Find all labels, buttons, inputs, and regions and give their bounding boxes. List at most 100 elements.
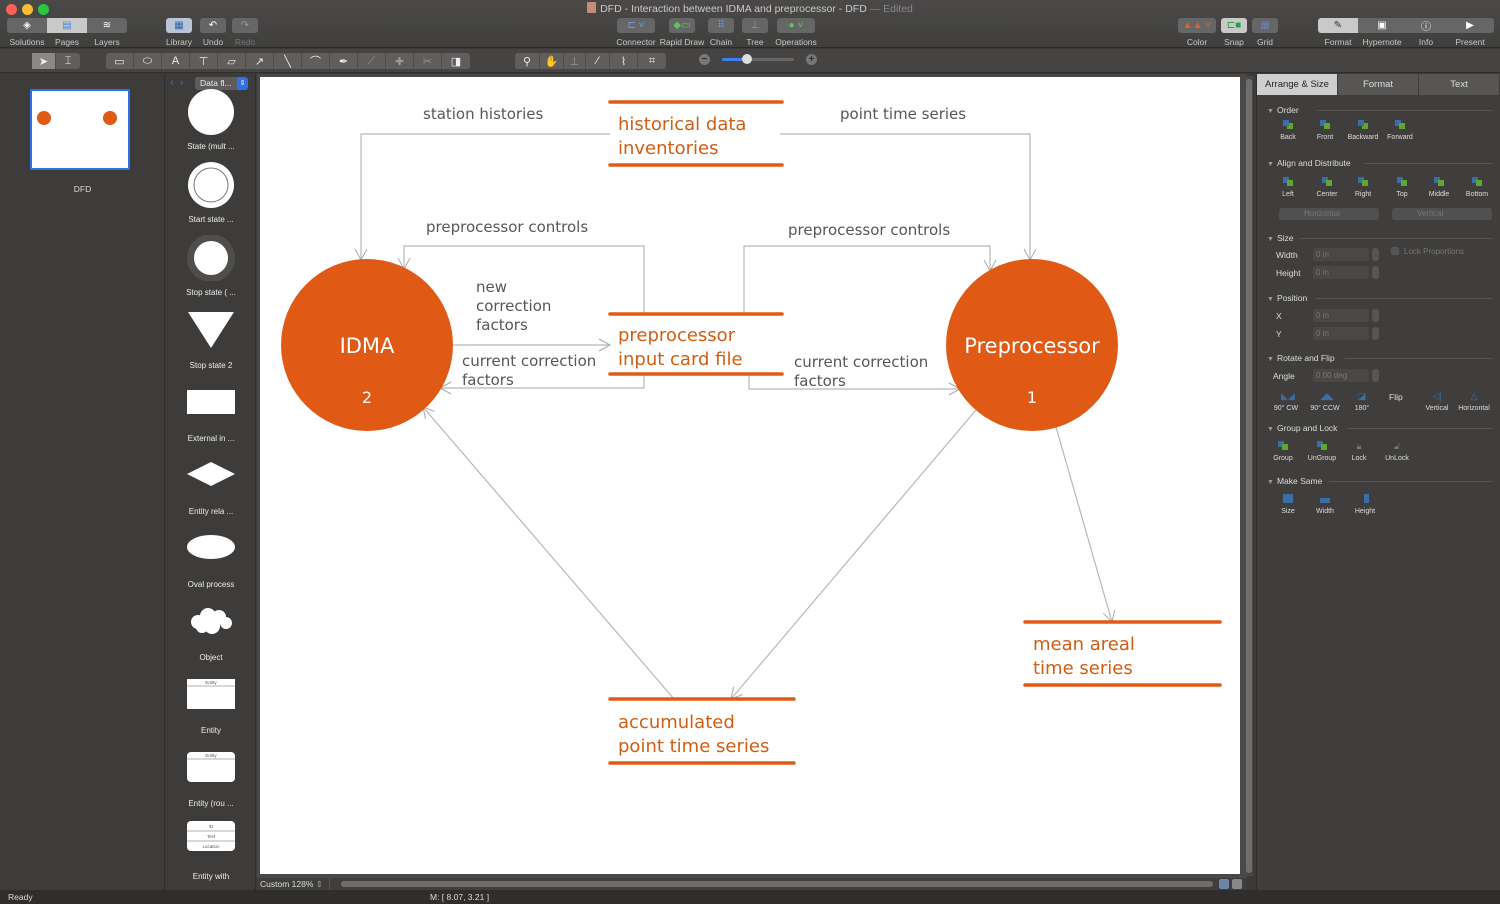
pages-button[interactable]: ▤ Pages bbox=[47, 18, 87, 47]
horizontal-scrollbar[interactable] bbox=[341, 881, 1213, 887]
forward-button[interactable]: Forward bbox=[1380, 120, 1420, 141]
info-button[interactable]: ⓘ Info bbox=[1406, 18, 1446, 47]
grid-button[interactable]: ▦ Grid bbox=[1252, 18, 1278, 47]
align-top-button[interactable]: Top bbox=[1382, 177, 1422, 198]
redo-button[interactable]: ↷ Redo bbox=[232, 18, 258, 47]
data-store-mean[interactable]: mean areal time series bbox=[1023, 620, 1222, 687]
library-back-icon[interactable]: ‹ bbox=[170, 77, 174, 89]
pan-tool[interactable]: ✋ bbox=[540, 53, 564, 69]
arrow-tool[interactable]: ↗ bbox=[246, 53, 274, 69]
x-stepper[interactable] bbox=[1372, 309, 1379, 322]
library-button[interactable]: ▦ Library bbox=[166, 18, 192, 47]
data-store-accum[interactable]: accumulated point time series bbox=[608, 697, 796, 765]
operations-button[interactable]: ● ˅ Operations bbox=[774, 18, 818, 47]
rotate-ccw-button[interactable]: ◢◣ 90° CCW bbox=[1305, 391, 1345, 412]
distribute-horizontal-select[interactable]: Horizontal bbox=[1279, 208, 1379, 220]
pen-tool[interactable]: ✒ bbox=[330, 53, 358, 69]
zoom-level-select[interactable]: Custom 128% ⇕ bbox=[257, 878, 330, 890]
color-button[interactable]: ▲▲ ˅ Color bbox=[1178, 18, 1216, 47]
send-back-button[interactable]: Back bbox=[1268, 120, 1308, 141]
unlock-button[interactable]: 🔓︎ UnLock bbox=[1377, 441, 1417, 462]
tab-format[interactable]: Format bbox=[1338, 74, 1419, 95]
zoom-in-button[interactable]: + bbox=[806, 54, 817, 65]
format-button[interactable]: ✎ Format bbox=[1318, 18, 1358, 47]
tree-button[interactable]: ⊥ Tree bbox=[736, 18, 774, 47]
make-same-width-button[interactable]: Width bbox=[1305, 494, 1345, 515]
library-forward-icon[interactable]: › bbox=[180, 77, 184, 89]
section-align[interactable]: ▼ Align and Distribute bbox=[1267, 158, 1351, 168]
flow-current-correction-right[interactable] bbox=[748, 374, 962, 396]
align-middle-button[interactable]: Middle bbox=[1419, 177, 1459, 198]
flow-accum-to-idma[interactable] bbox=[422, 406, 675, 700]
section-make-same[interactable]: ▼ Make Same bbox=[1267, 476, 1322, 486]
align-center-button[interactable]: Center bbox=[1307, 177, 1347, 198]
backward-button[interactable]: Backward bbox=[1343, 120, 1383, 141]
section-order[interactable]: ▼ Order bbox=[1267, 105, 1299, 115]
make-same-size-button[interactable]: Size bbox=[1268, 494, 1308, 515]
hypernote-button[interactable]: ▣ Hypernote bbox=[1358, 18, 1406, 47]
stamp-tool[interactable]: ⊥ bbox=[564, 53, 586, 69]
tab-text[interactable]: Text bbox=[1419, 74, 1500, 95]
section-size[interactable]: ▼ Size bbox=[1267, 233, 1293, 243]
width-field[interactable]: 0 in bbox=[1313, 248, 1369, 261]
cut-tool[interactable]: ✂ bbox=[414, 53, 442, 69]
rectangle-tool[interactable]: ▭ bbox=[106, 53, 134, 69]
line-tool[interactable]: ╲ bbox=[274, 53, 302, 69]
height-stepper[interactable] bbox=[1372, 266, 1379, 279]
section-rotate[interactable]: ▼ Rotate and Flip bbox=[1267, 353, 1335, 363]
ellipse-tool[interactable]: ⬭ bbox=[134, 53, 162, 69]
x-field[interactable]: 0 in bbox=[1313, 309, 1369, 322]
chain-button[interactable]: ⠿ Chain bbox=[706, 18, 736, 47]
add-point-tool[interactable]: ✚ bbox=[386, 53, 414, 69]
align-left-button[interactable]: Left bbox=[1268, 177, 1308, 198]
rapid-draw-button[interactable]: ◆▭ Rapid Draw bbox=[658, 18, 706, 47]
rotate-cw-button[interactable]: ◣◢ 90° CW bbox=[1266, 391, 1306, 412]
tab-arrange-size[interactable]: Arrange & Size bbox=[1257, 74, 1338, 95]
flow-pre-to-accum[interactable] bbox=[730, 409, 977, 700]
crop-tool[interactable]: ⌗ bbox=[638, 53, 666, 69]
flow-point-time-series[interactable] bbox=[780, 133, 1037, 262]
diagram-canvas[interactable]: historical data inventories preprocessor in… bbox=[260, 77, 1240, 874]
group-button[interactable]: Group bbox=[1263, 441, 1303, 462]
text-box-tool[interactable]: ⊤ bbox=[190, 53, 218, 69]
flip-horizontal-button[interactable]: △ Horizontal bbox=[1454, 391, 1494, 412]
container-tool[interactable]: ◨ bbox=[442, 53, 470, 69]
brush-tool[interactable]: ⌇ bbox=[610, 53, 638, 69]
process-pre[interactable]: Preprocessor 1 bbox=[946, 259, 1118, 431]
data-store-card[interactable]: preprocessor input card file bbox=[608, 312, 784, 376]
make-same-height-button[interactable]: Height bbox=[1345, 494, 1385, 515]
align-right-button[interactable]: Right bbox=[1343, 177, 1383, 198]
distribute-vertical-select[interactable]: Vertical bbox=[1392, 208, 1492, 220]
undo-button[interactable]: ↶ Undo bbox=[200, 18, 226, 47]
ungroup-button[interactable]: UnGroup bbox=[1302, 441, 1342, 462]
y-stepper[interactable] bbox=[1372, 327, 1379, 340]
height-field[interactable]: 0 in bbox=[1313, 266, 1369, 279]
align-bottom-button[interactable]: Bottom bbox=[1457, 177, 1497, 198]
bezier-tool[interactable]: ⟋ bbox=[358, 53, 386, 69]
data-store-hist[interactable]: historical data inventories bbox=[608, 100, 784, 167]
lock-proportions-checkbox[interactable] bbox=[1391, 247, 1399, 255]
zoom-out-button[interactable]: − bbox=[699, 54, 710, 65]
rotate-180-button[interactable]: ◪ 180° bbox=[1342, 391, 1382, 412]
zoom-tool[interactable]: ⚲ bbox=[515, 53, 540, 69]
page-thumbnail-dfd[interactable] bbox=[30, 89, 130, 170]
vertical-scrollbar[interactable] bbox=[1245, 76, 1253, 876]
navigator-icon[interactable] bbox=[1219, 879, 1229, 889]
eyedropper-tool[interactable]: ⁄ bbox=[586, 53, 610, 69]
text-tool[interactable]: A bbox=[162, 53, 190, 69]
zoom-slider-knob[interactable] bbox=[742, 54, 753, 64]
section-group-lock[interactable]: ▼ Group and Lock bbox=[1267, 423, 1337, 433]
layers-button[interactable]: ≋ Layers bbox=[87, 18, 127, 47]
snap-button[interactable]: ⊏■ Snap bbox=[1216, 18, 1252, 47]
process-idma[interactable]: IDMA 2 bbox=[281, 259, 453, 431]
lock-button[interactable]: 🔒︎ Lock bbox=[1339, 441, 1379, 462]
fit-page-icon[interactable] bbox=[1232, 879, 1242, 889]
width-stepper[interactable] bbox=[1372, 248, 1379, 261]
arc-tool[interactable]: ⌒ bbox=[302, 53, 330, 69]
flip-vertical-button[interactable]: ◁| Vertical bbox=[1417, 391, 1457, 412]
connector-button[interactable]: ⊏ ˅ Connector bbox=[614, 18, 658, 47]
text-select-tool[interactable]: ⌶ bbox=[56, 53, 80, 69]
section-position[interactable]: ▼ Position bbox=[1267, 293, 1307, 303]
vertical-scroll-thumb[interactable] bbox=[1246, 79, 1252, 873]
flow-pre-to-mean[interactable] bbox=[1055, 426, 1116, 624]
